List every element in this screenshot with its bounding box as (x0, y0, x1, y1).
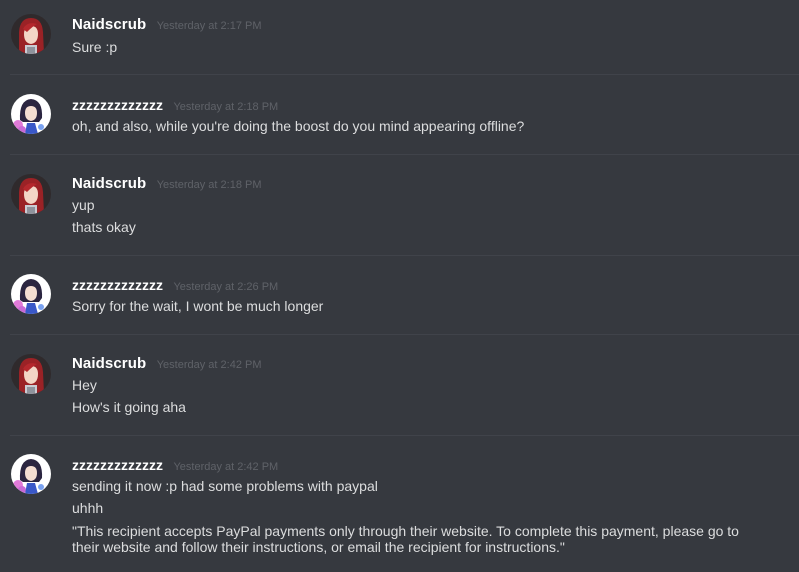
dark-hair-anime-avatar-icon (11, 274, 51, 314)
message-text: Hey (72, 377, 97, 393)
avatar[interactable] (11, 174, 51, 214)
message-divider (10, 334, 799, 335)
timestamp: Yesterday at 2:26 PM (173, 281, 279, 293)
message-divider (10, 435, 799, 436)
message-header: Naidscrub Yesterday at 2:42 PM (72, 354, 262, 374)
timestamp: Yesterday at 2:17 PM (156, 20, 262, 32)
dark-hair-anime-avatar-icon (11, 454, 51, 494)
message-text: Sure :p (72, 39, 118, 55)
message-divider (10, 255, 799, 256)
username[interactable]: zzzzzzzzzzzzz (72, 97, 163, 113)
message-text: thats okay (72, 219, 136, 235)
red-hair-anime-avatar-icon (11, 14, 51, 54)
red-hair-anime-avatar-icon (11, 174, 51, 214)
message-header: Naidscrub Yesterday at 2:17 PM (72, 15, 262, 35)
message-text: "This recipient accepts PayPal payments … (72, 523, 739, 555)
message-text: oh, and also, while you're doing the boo… (72, 118, 525, 134)
message-divider (10, 74, 799, 75)
message-divider (10, 154, 799, 155)
message-header: zzzzzzzzzzzzz Yesterday at 2:42 PM (72, 455, 278, 475)
message-header: Naidscrub Yesterday at 2:18 PM (72, 174, 262, 194)
message-text: uhhh (72, 500, 104, 516)
avatar[interactable] (11, 354, 51, 394)
avatar[interactable] (11, 454, 51, 494)
message-list: Naidscrub Yesterday at 2:17 PM Sure :p z… (0, 0, 799, 572)
message-header: zzzzzzzzzzzzz Yesterday at 2:26 PM (72, 275, 278, 295)
message-header: zzzzzzzzzzzzz Yesterday at 2:18 PM (72, 95, 278, 115)
timestamp: Yesterday at 2:18 PM (173, 101, 279, 113)
timestamp: Yesterday at 2:42 PM (156, 359, 262, 371)
dark-hair-anime-avatar-icon (11, 94, 51, 134)
red-hair-anime-avatar-icon (11, 354, 51, 394)
message-text: Sorry for the wait, I wont be much longe… (72, 298, 324, 314)
message-text: sending it now :p had some problems with… (72, 478, 378, 494)
avatar[interactable] (11, 94, 51, 134)
username[interactable]: zzzzzzzzzzzzz (72, 277, 163, 293)
timestamp: Yesterday at 2:42 PM (173, 461, 279, 473)
avatar[interactable] (11, 14, 51, 54)
timestamp: Yesterday at 2:18 PM (156, 179, 262, 191)
message-text: yup (72, 197, 95, 213)
username[interactable]: Naidscrub (72, 355, 146, 372)
username[interactable]: Naidscrub (72, 16, 146, 33)
avatar[interactable] (11, 274, 51, 314)
username[interactable]: Naidscrub (72, 175, 146, 192)
message-text: How's it going aha (72, 399, 186, 415)
username[interactable]: zzzzzzzzzzzzz (72, 457, 163, 473)
